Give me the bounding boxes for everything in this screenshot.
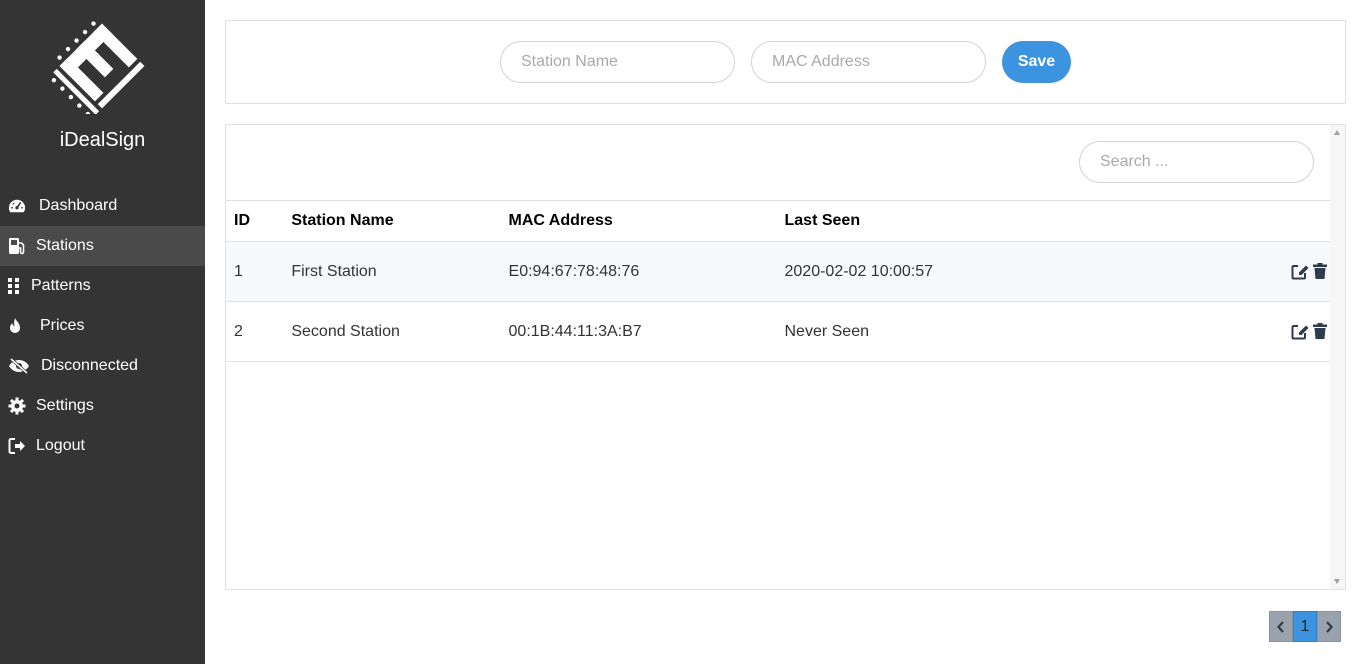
sidebar-item-label: Logout xyxy=(36,437,85,454)
brand-name: iDealSign xyxy=(59,129,146,151)
trash-icon[interactable] xyxy=(1311,322,1329,340)
sidebar-item-disconnected[interactable]: Disconnected xyxy=(0,346,205,386)
edit-icon[interactable] xyxy=(1291,262,1309,280)
tachometer-icon xyxy=(8,197,26,215)
cell-actions xyxy=(1056,301,1331,362)
table-row: 1 First Station E0:94:67:78:48:76 2020-0… xyxy=(226,241,1331,302)
stations-table-card: ID Station Name MAC Address Last Seen 1 … xyxy=(225,124,1346,590)
sidebar-item-stations[interactable]: Stations xyxy=(0,226,205,266)
sidebar-item-dashboard[interactable]: Dashboard xyxy=(0,186,205,226)
scroll-down-arrow-icon[interactable] xyxy=(1334,579,1340,584)
sidebar-item-label: Dashboard xyxy=(39,197,118,214)
column-header-id[interactable]: ID xyxy=(226,200,284,242)
cell-id: 1 xyxy=(226,241,284,302)
cell-actions xyxy=(1056,241,1331,302)
sidebar-item-label: Disconnected xyxy=(41,357,138,374)
eye-slash-icon xyxy=(8,357,30,375)
cell-mac-address: 00:1B:44:11:3A:B7 xyxy=(500,301,777,362)
column-header-station-name[interactable]: Station Name xyxy=(283,200,501,242)
ideal-logo-icon xyxy=(50,18,154,117)
gas-pump-icon xyxy=(8,237,26,255)
cell-last-seen: Never Seen xyxy=(776,301,1056,362)
sidebar-item-patterns[interactable]: Patterns xyxy=(0,266,205,306)
sidebar-item-label: Stations xyxy=(36,237,94,254)
sidebar-item-label: Patterns xyxy=(31,277,91,294)
pagination-prev-button[interactable] xyxy=(1269,611,1293,642)
cell-id: 2 xyxy=(226,301,284,362)
sidebar-item-prices[interactable]: Prices xyxy=(0,306,205,346)
scroll-up-arrow-icon[interactable] xyxy=(1334,130,1340,135)
sign-out-icon xyxy=(8,437,26,455)
sidebar-item-settings[interactable]: Settings xyxy=(0,386,205,426)
gear-icon xyxy=(8,397,26,415)
cell-mac-address: E0:94:67:78:48:76 xyxy=(500,241,777,302)
table-scrollbar[interactable] xyxy=(1330,125,1345,589)
trash-icon[interactable] xyxy=(1311,262,1329,280)
sidebar-nav: Dashboard Stations Patterns Prices Disco… xyxy=(0,186,205,466)
chevron-right-icon xyxy=(1324,620,1334,633)
search-input[interactable] xyxy=(1079,141,1314,183)
stations-table: ID Station Name MAC Address Last Seen 1 … xyxy=(226,200,1331,362)
station-name-input[interactable] xyxy=(500,41,735,83)
table-header-row: ID Station Name MAC Address Last Seen xyxy=(226,200,1331,242)
pagination: 1 xyxy=(1269,611,1341,642)
cell-station-name: Second Station xyxy=(283,301,501,362)
edit-icon[interactable] xyxy=(1291,322,1309,340)
pagination-next-button[interactable] xyxy=(1317,611,1341,642)
chevron-left-icon xyxy=(1276,620,1286,633)
column-header-last-seen[interactable]: Last Seen xyxy=(776,200,1056,242)
sidebar-item-label: Settings xyxy=(36,397,94,414)
add-station-form: Save xyxy=(225,20,1346,104)
grid-icon xyxy=(8,277,20,295)
flame-icon xyxy=(8,317,22,335)
cell-station-name: First Station xyxy=(283,241,501,302)
column-header-mac-address[interactable]: MAC Address xyxy=(500,200,777,242)
table-row: 2 Second Station 00:1B:44:11:3A:B7 Never… xyxy=(226,301,1331,362)
pagination-page-current[interactable]: 1 xyxy=(1293,611,1317,642)
cell-last-seen: 2020-02-02 10:00:57 xyxy=(776,241,1056,302)
save-button[interactable]: Save xyxy=(1002,41,1071,83)
sidebar-item-logout[interactable]: Logout xyxy=(0,426,205,466)
sidebar: iDealSign Dashboard Stations Patterns Pr… xyxy=(0,0,205,664)
column-header-actions xyxy=(1056,200,1331,242)
sidebar-item-label: Prices xyxy=(40,317,85,334)
mac-address-input[interactable] xyxy=(751,41,986,83)
